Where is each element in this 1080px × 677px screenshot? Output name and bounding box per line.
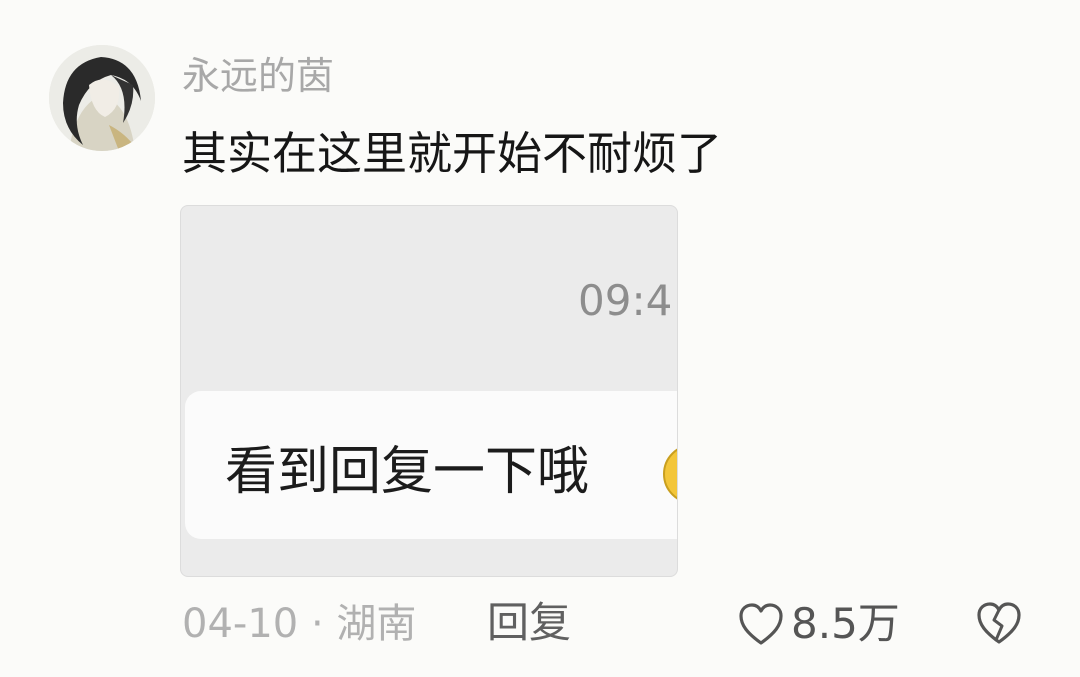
- comment-text: 其实在这里就开始不耐烦了: [182, 127, 723, 180]
- heart-outline-icon: [737, 601, 785, 647]
- attached-image[interactable]: 09:4 看到回复一下哦: [180, 205, 678, 577]
- like-count: 8.5万: [791, 599, 900, 648]
- reply-button[interactable]: 回复: [487, 599, 571, 647]
- comment-item: 永远的茵 其实在这里就开始不耐烦了 09:4 看到回复一下哦 04-10 · 湖…: [0, 0, 1080, 677]
- username[interactable]: 永远的茵: [182, 52, 334, 100]
- attached-image-timestamp: 09:4: [578, 276, 673, 325]
- like-button[interactable]: 8.5万: [737, 598, 900, 650]
- attached-image-message-text: 看到回复一下哦: [225, 442, 590, 502]
- user-avatar[interactable]: [49, 45, 155, 151]
- broken-heart-icon: [975, 600, 1023, 646]
- date-location: 04-10 · 湖南: [182, 601, 417, 647]
- dislike-button[interactable]: [975, 600, 1023, 646]
